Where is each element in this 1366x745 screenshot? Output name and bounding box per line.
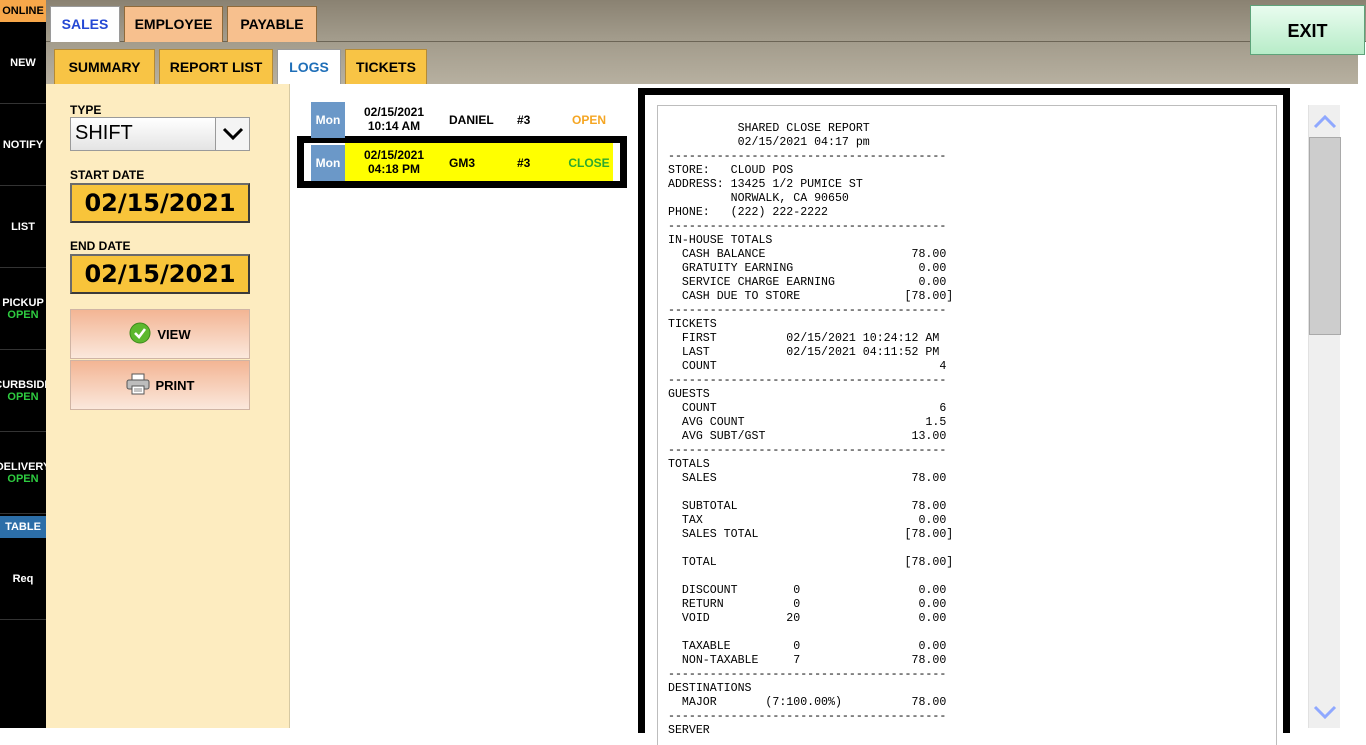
log-row[interactable]: Mon 02/15/2021 04:18 PM GM3 #3 CLOSE bbox=[311, 145, 611, 181]
sidebar-item-curbside[interactable]: CURBSIDE OPEN bbox=[0, 350, 46, 432]
log-row[interactable]: Mon 02/15/2021 10:14 AM DANIEL #3 OPEN bbox=[311, 102, 611, 138]
sidebar-item-label: NEW bbox=[10, 56, 36, 69]
start-date-field[interactable]: 02/15/2021 bbox=[70, 183, 250, 223]
type-select-value: SHIFT bbox=[75, 122, 133, 144]
tab-summary[interactable]: SUMMARY bbox=[54, 49, 155, 84]
sidebar-item-notify[interactable]: NOTIFY bbox=[0, 104, 46, 186]
sidebar-item-new[interactable]: NEW bbox=[0, 22, 46, 104]
log-date: 02/15/2021 bbox=[363, 148, 425, 162]
sidebar-item-label: NOTIFY bbox=[2, 138, 44, 151]
sidebar-item-delivery[interactable]: DELIVERY OPEN bbox=[0, 432, 46, 514]
top-tab-bar: SALES EMPLOYEE PAYABLE bbox=[46, 0, 1366, 42]
log-day: Mon bbox=[311, 145, 345, 181]
start-date-label: START DATE bbox=[70, 168, 145, 182]
log-status: CLOSE bbox=[568, 156, 610, 170]
view-button-label: VIEW bbox=[157, 326, 191, 342]
sidebar-section-table: TABLE bbox=[0, 516, 46, 538]
report-scrollbar[interactable] bbox=[1308, 105, 1341, 728]
sidebar-item-sub: OPEN bbox=[7, 472, 39, 485]
log-datetime: 02/15/2021 10:14 AM bbox=[351, 105, 437, 133]
end-date-field[interactable]: 02/15/2021 bbox=[70, 254, 250, 294]
sidebar-item-sub: OPEN bbox=[7, 308, 39, 321]
end-date-label: END DATE bbox=[70, 239, 131, 253]
sidebar-item-pickup[interactable]: PICKUP OPEN bbox=[0, 268, 46, 350]
report-frame: SHARED CLOSE REPORT 02/15/2021 04:17 pm … bbox=[638, 88, 1290, 745]
sidebar-item-label: CURBSIDE bbox=[0, 378, 46, 391]
sidebar-item-list[interactable]: LIST bbox=[0, 186, 46, 268]
tab-sales[interactable]: SALES bbox=[50, 6, 120, 42]
type-label: TYPE bbox=[70, 103, 102, 117]
chevron-down-icon[interactable] bbox=[1309, 699, 1341, 727]
sidebar-item-req[interactable]: Req bbox=[0, 538, 46, 620]
log-time: 10:14 AM bbox=[367, 119, 421, 133]
tab-report-list[interactable]: REPORT LIST bbox=[159, 49, 273, 84]
tab-logs[interactable]: LOGS bbox=[277, 49, 341, 84]
log-employee: GM3 bbox=[449, 156, 476, 170]
close-report-text: SHARED CLOSE REPORT 02/15/2021 04:17 pm … bbox=[668, 122, 954, 737]
log-date: 02/15/2021 bbox=[363, 105, 425, 119]
left-sidebar: ONLINE NEW NOTIFY LIST PICKUP OPEN CURBS… bbox=[0, 0, 46, 728]
sidebar-item-label: DELIVERY bbox=[0, 460, 46, 473]
sub-tab-bar: SUMMARY REPORT LIST LOGS TICKETS bbox=[46, 42, 1358, 84]
tab-employee[interactable]: EMPLOYEE bbox=[124, 6, 223, 42]
log-number: #3 bbox=[517, 113, 531, 127]
online-status: ONLINE bbox=[0, 0, 46, 22]
log-day: Mon bbox=[311, 102, 345, 138]
print-button-label: PRINT bbox=[155, 377, 195, 393]
check-icon bbox=[129, 322, 151, 347]
printer-icon bbox=[126, 373, 150, 398]
print-button[interactable]: PRINT bbox=[70, 360, 250, 410]
log-status: OPEN bbox=[571, 113, 606, 127]
sidebar-item-sub: OPEN bbox=[7, 390, 39, 403]
log-datetime: 02/15/2021 04:18 PM bbox=[351, 148, 437, 176]
sidebar-item-label: Req bbox=[12, 572, 34, 585]
sidebar-item-label: LIST bbox=[11, 220, 35, 233]
report-paper: SHARED CLOSE REPORT 02/15/2021 04:17 pm … bbox=[657, 105, 1277, 745]
chevron-down-icon[interactable] bbox=[215, 118, 249, 150]
log-employee: DANIEL bbox=[449, 113, 494, 127]
type-select[interactable]: SHIFT bbox=[70, 117, 250, 151]
tab-payable[interactable]: PAYABLE bbox=[227, 6, 317, 42]
log-time: 04:18 PM bbox=[367, 162, 421, 176]
chevron-up-icon[interactable] bbox=[1309, 105, 1341, 137]
scroll-thumb[interactable] bbox=[1309, 137, 1341, 335]
sidebar-item-label: PICKUP bbox=[2, 296, 44, 309]
tab-tickets[interactable]: TICKETS bbox=[345, 49, 427, 84]
exit-button[interactable]: EXIT bbox=[1250, 5, 1365, 55]
view-button[interactable]: VIEW bbox=[70, 309, 250, 359]
log-number: #3 bbox=[517, 156, 531, 170]
